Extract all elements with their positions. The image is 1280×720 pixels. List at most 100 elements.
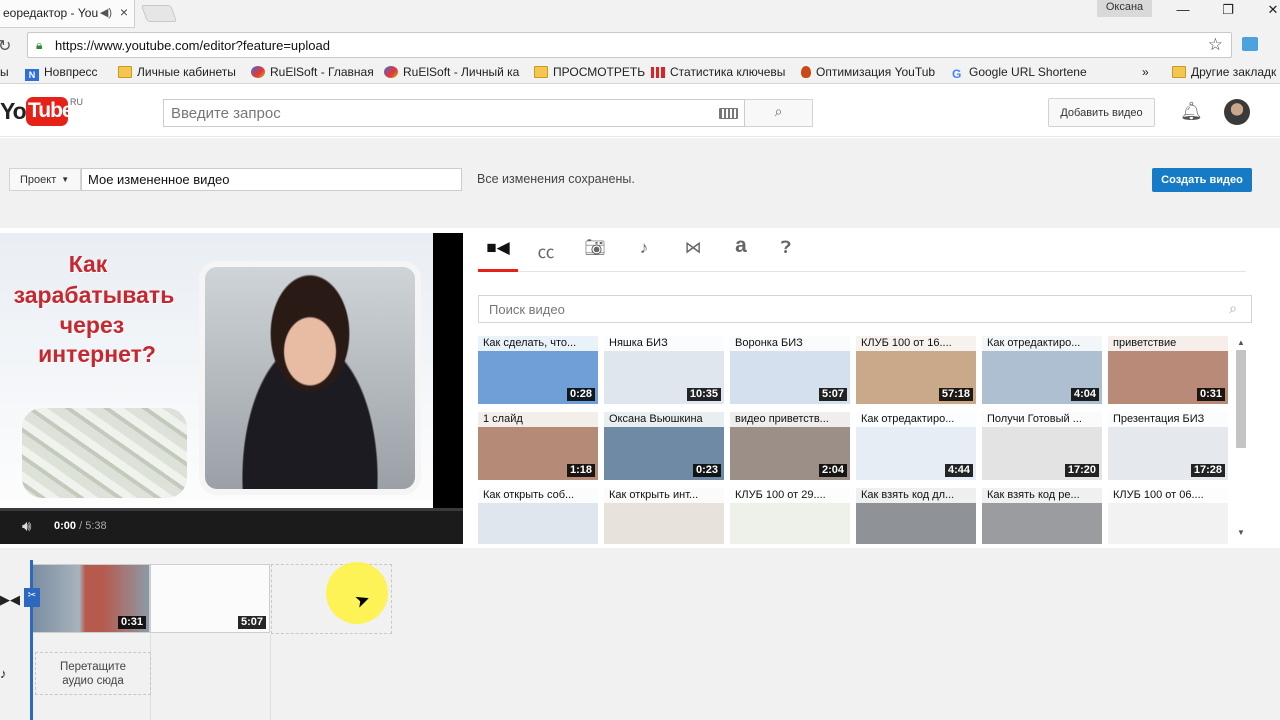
playhead[interactable] xyxy=(30,560,33,720)
profile-name[interactable]: Оксана xyxy=(1097,0,1152,17)
flame-icon xyxy=(801,66,811,78)
video-tile[interactable]: Няшка БИЗ 10:35 xyxy=(604,336,724,404)
scroll-down-icon[interactable]: ▼ xyxy=(1237,528,1245,537)
video-camera-icon[interactable]: ■◀ xyxy=(478,238,518,272)
money-illustration xyxy=(22,408,187,498)
thumbnail-text: через xyxy=(59,312,125,338)
bookmark-item[interactable]: ы xyxy=(0,65,9,79)
scrollbar[interactable]: ▲ ▼ xyxy=(1233,336,1249,541)
video-preview[interactable]: Как зарабатывать через интернет? 🔊︎ 0:00… xyxy=(0,233,463,544)
project-title-input[interactable] xyxy=(81,168,462,191)
search-icon[interactable]: ⌕ xyxy=(1229,300,1237,317)
video-tile[interactable]: Воронка БИЗ 5:07 xyxy=(730,336,850,404)
folder-icon xyxy=(534,66,548,78)
video-search-input[interactable] xyxy=(479,296,1219,322)
video-tile-title: КЛУБ 100 от 29.... xyxy=(730,488,850,503)
video-tile-title: Как открыть инт... xyxy=(604,488,724,503)
thumbnail-text: интернет? xyxy=(38,341,156,367)
video-tile[interactable]: Как открыть соб... xyxy=(478,488,598,544)
avatar[interactable] xyxy=(1224,99,1250,125)
search-box xyxy=(163,99,745,127)
reload-icon[interactable]: ↻ xyxy=(0,36,11,56)
help-icon[interactable]: ❓︎ xyxy=(766,238,806,272)
bookmark-folder[interactable]: Личные кабинеты xyxy=(118,65,236,79)
bookmark-item[interactable]: RuElSoft - Личный ка xyxy=(384,65,519,79)
video-tile[interactable]: 1 слайд 1:18 xyxy=(478,412,598,480)
video-tile-title: Как взять код дл... xyxy=(856,488,976,503)
video-tile[interactable]: Как отредактиро... 4:44 xyxy=(856,412,976,480)
search-input[interactable] xyxy=(164,100,714,126)
music-note-icon[interactable]: ♪ xyxy=(624,238,664,272)
n-icon: N xyxy=(25,69,39,81)
video-tile[interactable]: приветствие 0:31 xyxy=(1108,336,1228,404)
close-icon[interactable]: × xyxy=(120,4,128,20)
video-tile-title: КЛУБ 100 от 16.... xyxy=(856,336,976,351)
address-bar[interactable]: 🔒︎ https://www.youtube.com/editor?featur… xyxy=(27,32,1232,58)
video-tile-title: Презентация БИЗ xyxy=(1108,412,1228,427)
volume-icon[interactable]: 🔊︎ xyxy=(22,518,31,535)
transitions-icon[interactable]: ⋈ xyxy=(673,238,713,272)
thumbnail-text: зарабатывать xyxy=(13,282,175,308)
video-tile-duration: 57:18 xyxy=(938,388,973,401)
timeline-clip[interactable]: 5:07 xyxy=(150,564,270,633)
bookmark-item[interactable]: Статистика ключевы xyxy=(651,65,785,79)
new-tab-button[interactable] xyxy=(140,5,178,22)
window-close-icon[interactable]: ✕ xyxy=(1260,2,1280,24)
video-tile[interactable]: КЛУБ 100 от 06.... xyxy=(1108,488,1228,544)
search-button[interactable]: ⌕ xyxy=(745,99,813,127)
video-tile[interactable]: Как взять код ре... xyxy=(982,488,1102,544)
bookmark-folder[interactable]: ПРОСМОТРЕТЬ xyxy=(534,65,645,79)
restore-icon[interactable]: ❐ xyxy=(1215,2,1241,24)
timeline-clip[interactable]: 0:31 xyxy=(32,564,150,633)
video-tile[interactable]: видео приветств... 2:04 xyxy=(730,412,850,480)
bookmark-item[interactable]: N Новпресс xyxy=(25,65,98,81)
video-tile-duration: 1:18 xyxy=(566,464,595,477)
video-tile[interactable]: КЛУБ 100 от 16.... 57:18 xyxy=(856,336,976,404)
video-tile[interactable]: Как отредактиро... 4:04 xyxy=(982,336,1102,404)
video-tile-duration: 17:28 xyxy=(1190,464,1225,477)
other-bookmarks-folder[interactable]: Другие закладк xyxy=(1172,65,1276,79)
thumbnail-text: Как xyxy=(68,251,108,277)
bookmark-item[interactable]: Оптимизация YouTub xyxy=(801,65,935,79)
youtube-header: You Tube RU ⌕ Добавить видео 🔔︎ xyxy=(0,85,1280,137)
upload-button[interactable]: Добавить видео xyxy=(1048,98,1155,127)
video-tile[interactable]: Презентация БИЗ 17:28 xyxy=(1108,412,1228,480)
video-tile[interactable]: Как взять код дл... xyxy=(856,488,976,544)
scrollbar-thumb[interactable] xyxy=(1236,350,1246,448)
scissors-icon[interactable]: ▶◀ xyxy=(0,592,20,608)
video-tile-duration: 0:28 xyxy=(566,388,595,401)
video-tile-title: 1 слайд xyxy=(478,412,598,427)
bell-icon[interactable]: 🔔︎ xyxy=(1180,101,1203,122)
scissors-icon[interactable]: ✂ xyxy=(24,588,40,607)
scroll-up-icon[interactable]: ▲ xyxy=(1237,338,1245,347)
cc-icon[interactable]: ㏄ xyxy=(526,238,566,272)
speaker-icon[interactable]: ◀) xyxy=(100,6,112,19)
video-tile-duration: 2:04 xyxy=(818,464,847,477)
video-tile-title: КЛУБ 100 от 06.... xyxy=(1108,488,1228,503)
audio-drop-zone[interactable]: Перетащите аудио сюда xyxy=(35,652,151,695)
create-video-button[interactable]: Создать видео xyxy=(1152,168,1252,192)
bookmark-star-icon[interactable]: ☆ xyxy=(1208,35,1223,55)
google-icon: G xyxy=(952,67,962,81)
browser-tab[interactable]: еоредактор - You ◀) × xyxy=(0,0,135,28)
bookmark-item[interactable]: RuElSoft - Главная xyxy=(251,65,374,79)
video-tile[interactable]: Оксана Вьюшкина 0:23 xyxy=(604,412,724,480)
video-tile[interactable]: Получи Готовый ... 17:20 xyxy=(982,412,1102,480)
editor-toolbar: Проект▼ Все изменения сохранены. Создать… xyxy=(0,138,1280,228)
text-icon[interactable]: a xyxy=(721,234,761,268)
minimize-icon[interactable]: — xyxy=(1170,2,1196,24)
bookmark-item[interactable]: G Google URL Shortene xyxy=(952,65,1087,81)
media-panel: ■◀ ㏄ 📷︎ ♪ ⋈ a ❓︎ ⌕ Как сделать, что... 0:… xyxy=(463,228,1280,548)
url-text[interactable]: https://www.youtube.com/editor?feature=u… xyxy=(55,38,330,53)
video-tile[interactable]: Как сделать, что... 0:28 xyxy=(478,336,598,404)
bookmarks-overflow-button[interactable]: » xyxy=(1142,65,1149,79)
video-tile[interactable]: КЛУБ 100 от 29.... xyxy=(730,488,850,544)
globe-icon xyxy=(384,66,398,78)
extension-icon[interactable] xyxy=(1242,37,1258,51)
video-tile-duration: 0:31 xyxy=(1196,388,1225,401)
video-tile[interactable]: Как открыть инт... xyxy=(604,488,724,544)
photo-camera-icon[interactable]: 📷︎ xyxy=(575,238,615,272)
project-dropdown[interactable]: Проект ▼ xyxy=(9,168,81,191)
keyboard-icon[interactable] xyxy=(719,108,738,119)
video-tile-title: Как открыть соб... xyxy=(478,488,598,503)
